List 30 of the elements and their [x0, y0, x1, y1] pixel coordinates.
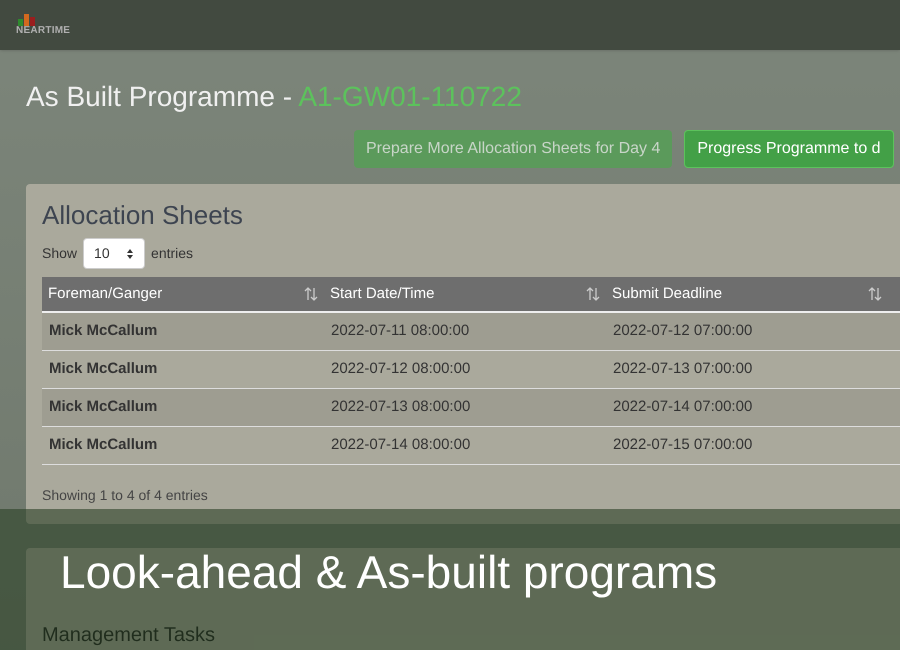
table-cell-text: Mick McCallum: [48, 435, 158, 456]
logo[interactable]: NEARTIME: [16, 14, 70, 36]
card-title: Allocation Sheets: [42, 200, 244, 230]
table-cell-text: 2022-07-14 08:00:00: [330, 435, 472, 456]
show-label: Show: [42, 244, 78, 263]
action-button[interactable]: Progress Programme to d: [684, 130, 894, 168]
table-cell-text: 2022-07-11 08:00:00: [330, 321, 470, 342]
column-header[interactable]: Foreman/Ganger: [42, 282, 324, 306]
table-cell-text: Mick McCallum: [48, 321, 158, 342]
sort-icon: [868, 287, 882, 301]
sort-icon: [586, 287, 600, 301]
table-cell-text: 2022-07-14 07:00:00: [612, 397, 754, 418]
column-header[interactable]: Submit Deadline: [606, 282, 888, 306]
table-info: Showing 1 to 4 of 4 entries: [42, 486, 209, 505]
table-cell-text: 2022-07-12 08:00:00: [330, 359, 472, 380]
table-cell-text: Mick McCallum: [48, 397, 158, 418]
caret-icon: [126, 248, 134, 260]
page-title: As Built Programme - A1-GW01-110722: [26, 80, 523, 114]
bar-chart-icon: [16, 14, 38, 26]
table-cell-text: 2022-07-13 08:00:00: [330, 397, 472, 418]
table-cell-text: Mick McCallum: [48, 359, 158, 380]
caption-text: Look-ahead & As-built programs: [60, 549, 718, 595]
table-cell-text: 2022-07-15 07:00:00: [612, 435, 754, 456]
table-cell-text: 2022-07-12 07:00:00: [612, 321, 754, 342]
page-size-select[interactable]: 10: [83, 238, 146, 269]
entries-label: entries: [151, 244, 194, 263]
sort-icon: [304, 287, 318, 301]
card-subtitle: Management Tasks: [42, 623, 216, 648]
column-header[interactable]: Start Date/Time: [324, 282, 606, 306]
table-cell-text: 2022-07-13 07:00:00: [612, 359, 754, 380]
